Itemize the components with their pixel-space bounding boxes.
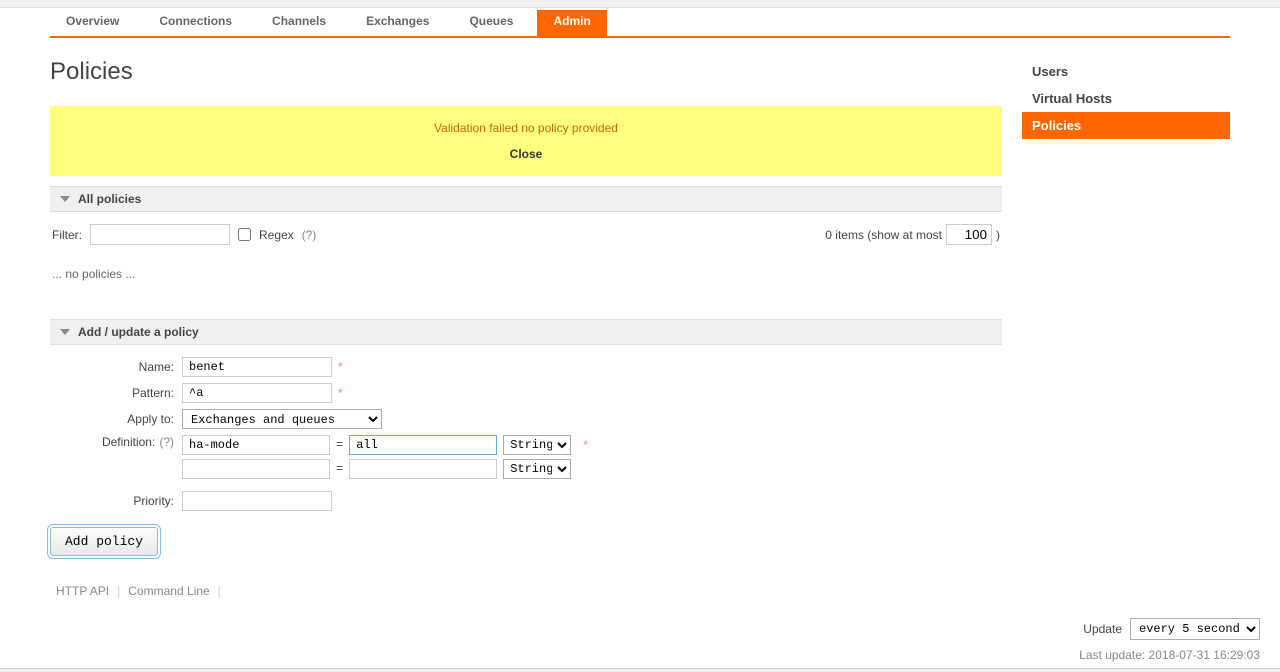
- definition-type-2[interactable]: String: [503, 459, 571, 479]
- section-add-update-title: Add / update a policy: [78, 325, 199, 339]
- divider: |: [218, 584, 221, 598]
- definition-key-1[interactable]: [182, 435, 330, 455]
- equals-sign: =: [336, 462, 343, 476]
- alert-banner: Validation failed no policy provided Clo…: [50, 106, 1002, 176]
- http-api-link[interactable]: HTTP API: [52, 584, 113, 598]
- definition-label: Definition:: [102, 435, 155, 449]
- required-star: *: [338, 386, 343, 400]
- section-all-policies-header[interactable]: All policies: [50, 186, 1002, 212]
- priority-input[interactable]: [182, 491, 332, 511]
- nav-tab-overview[interactable]: Overview: [50, 10, 135, 36]
- required-star: *: [583, 438, 588, 452]
- definition-value-1[interactable]: [349, 435, 497, 455]
- sidebar-item-virtual-hosts[interactable]: Virtual Hosts: [1022, 85, 1230, 112]
- filter-label: Filter:: [52, 228, 82, 242]
- section-all-policies-title: All policies: [78, 192, 141, 206]
- add-policy-button[interactable]: Add policy: [50, 527, 158, 556]
- update-label: Update: [1083, 622, 1122, 636]
- regex-label: Regex: [259, 228, 294, 242]
- alert-close-button[interactable]: Close: [65, 147, 987, 161]
- last-update-text: Last update: 2018-07-31 16:29:03: [0, 640, 1280, 666]
- definition-help[interactable]: (?): [159, 435, 174, 449]
- main-nav: Overview Connections Channels Exchanges …: [50, 10, 1230, 38]
- status-bar: [0, 668, 1280, 672]
- divider: |: [117, 584, 120, 598]
- sidebar: Users Virtual Hosts Policies: [1022, 58, 1230, 608]
- name-label: Name:: [52, 360, 182, 374]
- pattern-input[interactable]: [182, 383, 332, 403]
- filter-input[interactable]: [90, 224, 230, 245]
- sidebar-item-users[interactable]: Users: [1022, 58, 1230, 85]
- nav-tab-exchanges[interactable]: Exchanges: [350, 10, 445, 36]
- items-count-text: 0 items (show at most: [825, 228, 942, 242]
- sidebar-item-policies[interactable]: Policies: [1022, 112, 1230, 139]
- section-add-update-header[interactable]: Add / update a policy: [50, 319, 1002, 345]
- pattern-label: Pattern:: [52, 386, 182, 400]
- regex-checkbox[interactable]: [238, 228, 251, 241]
- equals-sign: =: [336, 438, 343, 452]
- empty-policies-message: ... no policies ...: [50, 257, 1002, 301]
- regex-help[interactable]: (?): [302, 228, 317, 242]
- browser-chrome: [0, 0, 1280, 8]
- definition-type-1[interactable]: String: [503, 435, 571, 455]
- items-max-input[interactable]: [946, 224, 992, 245]
- priority-label: Priority:: [52, 494, 182, 508]
- items-suffix: ): [996, 228, 1000, 242]
- nav-tab-queues[interactable]: Queues: [453, 10, 529, 36]
- alert-message: Validation failed no policy provided: [65, 121, 987, 135]
- definition-value-2[interactable]: [349, 459, 497, 479]
- page-title: Policies: [50, 58, 1002, 86]
- update-interval-select[interactable]: every 5 seconds: [1130, 618, 1260, 640]
- name-input[interactable]: [182, 357, 332, 377]
- nav-tab-connections[interactable]: Connections: [143, 10, 248, 36]
- definition-key-2[interactable]: [182, 459, 330, 479]
- chevron-down-icon: [60, 196, 70, 202]
- apply-to-label: Apply to:: [52, 412, 182, 426]
- chevron-down-icon: [60, 329, 70, 335]
- command-line-link[interactable]: Command Line: [124, 584, 213, 598]
- nav-tab-channels[interactable]: Channels: [256, 10, 342, 36]
- nav-tab-admin[interactable]: Admin: [537, 10, 606, 36]
- apply-to-select[interactable]: Exchanges and queues: [182, 409, 382, 429]
- required-star: *: [338, 360, 343, 374]
